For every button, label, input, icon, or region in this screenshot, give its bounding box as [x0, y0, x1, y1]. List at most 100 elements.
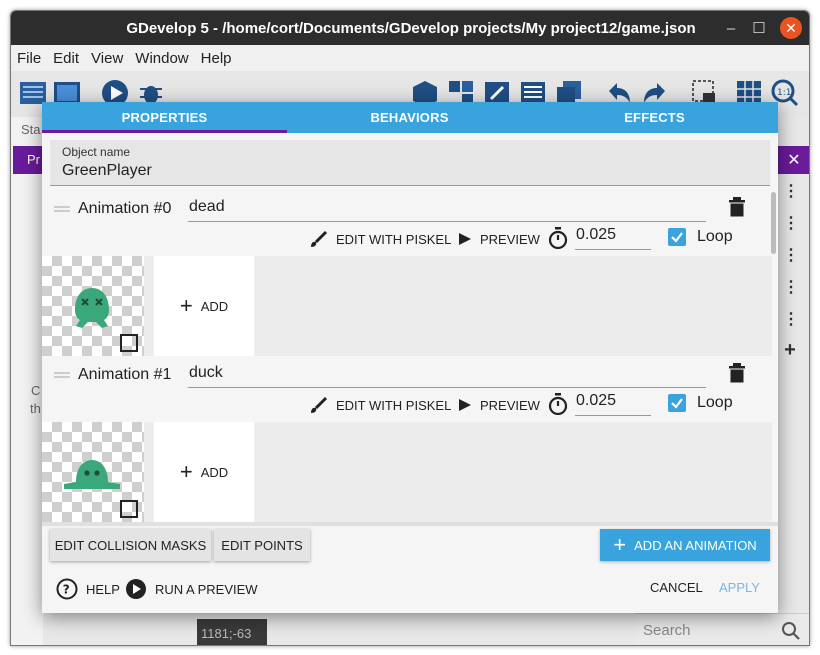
edit-with-piskel-label: EDIT WITH PISKEL [336, 231, 452, 247]
run-preview-button[interactable]: RUN A PREVIEW [125, 578, 258, 600]
menu-file[interactable]: File [11, 50, 47, 67]
frame-select-checkbox[interactable] [120, 334, 138, 352]
background-tab-text: Sta [21, 122, 41, 137]
add-frame-button[interactable]: + ADD [154, 256, 254, 356]
apply-button[interactable]: APPLY [719, 580, 760, 595]
menu-view[interactable]: View [85, 50, 129, 67]
animation-name-input[interactable]: dead [188, 196, 706, 222]
animation-title: Animation #1 [78, 366, 172, 383]
window-title: GDevelop 5 - /home/cort/Documents/GDevel… [126, 19, 696, 37]
background-close-button[interactable]: ✕ [777, 146, 809, 174]
loop-checkbox[interactable] [668, 228, 686, 246]
cursor-coordinates: 1181;-63 [197, 619, 267, 645]
timer-icon [548, 393, 568, 415]
add-frame-label: ADD [200, 464, 229, 480]
background-search-bar[interactable]: Search [635, 613, 809, 645]
footer-separator [42, 522, 778, 526]
play-icon [459, 233, 471, 245]
frames-strip: + ADD [42, 422, 772, 522]
brush-icon [311, 396, 328, 413]
add-frame-label: ADD [200, 298, 229, 314]
menu-help[interactable]: Help [195, 50, 238, 67]
cancel-button[interactable]: CANCEL [650, 580, 703, 595]
edit-with-piskel-button[interactable]: EDIT WITH PISKEL [310, 228, 451, 250]
dialog-tabs: PROPERTIES BEHAVIORS EFFECTS [42, 102, 778, 133]
animation-name-input[interactable]: duck [188, 362, 706, 388]
tab-behaviors[interactable]: BEHAVIORS [287, 102, 532, 133]
animation-item: Animation #0 dead EDIT WITH PISKEL PREVI… [42, 190, 772, 356]
add-animation-button[interactable]: + ADD AN ANIMATION [600, 529, 770, 561]
loop-label: Loop [697, 228, 733, 245]
minimize-button[interactable]: – [719, 11, 743, 45]
loop-checkbox[interactable] [668, 394, 686, 412]
frame-thumbnail[interactable] [42, 422, 144, 522]
animation-title: Animation #0 [78, 200, 172, 217]
background-side-text-2: th [30, 401, 41, 416]
animations-list: Animation #0 dead EDIT WITH PISKEL PREVI… [42, 190, 778, 522]
svg-text:?: ? [63, 583, 70, 597]
background-left-panel [11, 117, 43, 645]
time-between-frames-input[interactable]: 0.025 [575, 226, 651, 250]
row-menu-icon[interactable]: ⋮ [783, 277, 799, 297]
row-menu-icon[interactable]: ⋮ [783, 309, 799, 329]
preview-label: PREVIEW [480, 231, 540, 247]
row-menu-icon[interactable]: ⋮ [783, 181, 799, 201]
title-bar: GDevelop 5 - /home/cort/Documents/GDevel… [11, 11, 809, 45]
checkmark-icon [671, 398, 683, 409]
object-editor-dialog: PROPERTIES BEHAVIORS EFFECTS Object name… [42, 102, 778, 613]
loop-label: Loop [697, 394, 733, 411]
edit-with-piskel-button[interactable]: EDIT WITH PISKEL [310, 394, 451, 416]
preview-button[interactable]: PREVIEW [458, 228, 540, 250]
plus-icon: + [613, 532, 627, 557]
menu-edit[interactable]: Edit [47, 50, 85, 67]
drag-handle-icon[interactable] [54, 372, 70, 378]
maximize-button[interactable]: ☐ [747, 11, 771, 45]
object-name-input[interactable]: GreenPlayer [62, 162, 758, 180]
animation-header: Animation #0 dead EDIT WITH PISKEL PREVI… [42, 190, 772, 256]
add-animation-label: ADD AN ANIMATION [634, 537, 757, 553]
menu-bar: File Edit View Window Help [11, 45, 809, 71]
delete-animation-icon[interactable] [728, 197, 746, 217]
search-icon [782, 622, 800, 640]
row-add-icon[interactable]: + [783, 339, 797, 362]
edit-collision-masks-button[interactable]: EDIT COLLISION MASKS [50, 529, 211, 561]
object-name-label: Object name [62, 145, 131, 159]
play-icon [459, 399, 471, 411]
help-icon: ? [56, 578, 78, 600]
preview-button[interactable]: PREVIEW [458, 394, 540, 416]
play-circle-icon [126, 579, 146, 599]
tab-properties[interactable]: PROPERTIES [42, 102, 287, 133]
menu-window[interactable]: Window [129, 50, 194, 67]
time-between-frames-input[interactable]: 0.025 [575, 392, 651, 416]
timer-icon [548, 227, 568, 249]
tab-effects[interactable]: EFFECTS [532, 102, 777, 133]
minimize-icon: – [726, 19, 736, 37]
maximize-icon: ☐ [752, 20, 766, 37]
help-button[interactable]: ? HELP [56, 578, 120, 600]
search-input[interactable]: Search [643, 622, 691, 639]
add-frame-button[interactable]: + ADD [154, 422, 254, 522]
edit-points-button[interactable]: EDIT POINTS [214, 529, 310, 561]
frame-select-checkbox[interactable] [120, 500, 138, 518]
animations-scrollbar[interactable] [771, 192, 776, 254]
help-label: HELP [86, 581, 120, 597]
frame-thumbnail[interactable] [42, 256, 144, 356]
plus-icon: + [179, 293, 193, 318]
drag-handle-icon[interactable] [54, 206, 70, 212]
plus-icon: + [179, 459, 193, 484]
background-side-text-1: C [31, 383, 41, 398]
object-name-field[interactable]: Object name GreenPlayer [50, 140, 770, 186]
brush-icon [311, 230, 328, 247]
animation-item: Animation #1 duck EDIT WITH PISKEL PREVI… [42, 356, 772, 522]
row-menu-icon[interactable]: ⋮ [783, 213, 799, 233]
row-menu-icon[interactable]: ⋮ [783, 245, 799, 265]
frames-strip: + ADD [42, 256, 772, 356]
close-window-button[interactable]: ✕ [779, 11, 803, 45]
preview-label: PREVIEW [480, 397, 540, 413]
delete-animation-icon[interactable] [728, 363, 746, 383]
run-preview-label: RUN A PREVIEW [155, 581, 258, 597]
green-slime-dead-icon [75, 288, 109, 328]
close-icon: ✕ [787, 152, 801, 169]
svg-text:1:1: 1:1 [777, 88, 791, 98]
close-icon: ✕ [780, 17, 802, 39]
